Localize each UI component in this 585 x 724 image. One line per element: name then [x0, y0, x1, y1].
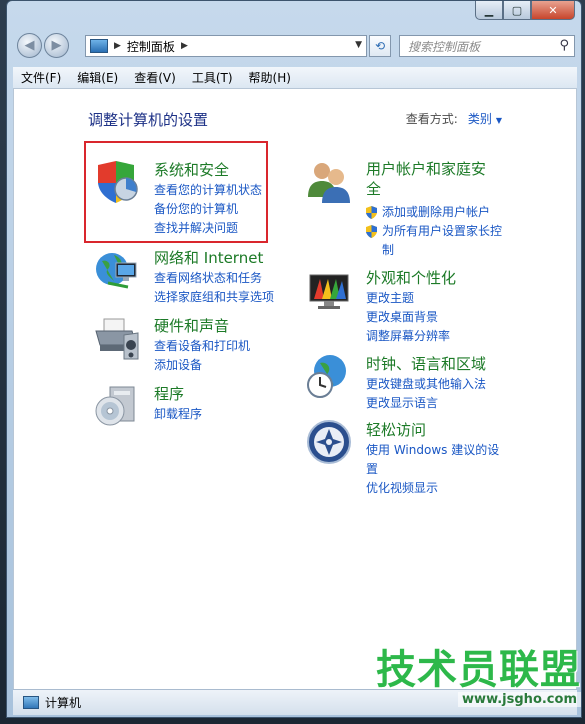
back-arrow-icon: ◀	[24, 38, 35, 53]
menu-tools[interactable]: 工具(T)	[184, 69, 241, 86]
menu-help[interactable]: 帮助(H)	[241, 69, 299, 86]
link-optimize-display[interactable]: 优化视频显示	[366, 479, 499, 498]
uac-shield-icon	[366, 206, 377, 219]
breadcrumb-control-panel[interactable]: 控制面板	[127, 38, 175, 55]
category-title-network-internet[interactable]: 网络和 Internet	[154, 247, 263, 268]
control-panel-window: ▁ ▢ ✕ ◀ ▶ ▶ 控制面板 ▶ ▼ ⟲ ⚲ 文件(F) 编辑(E) 查看(…	[6, 0, 582, 718]
view-by-label: 查看方式:	[405, 112, 458, 126]
chevron-down-icon[interactable]: ▼	[496, 116, 502, 125]
close-button[interactable]: ✕	[531, 1, 575, 20]
computer-icon	[23, 696, 39, 709]
breadcrumb-chevron-icon[interactable]: ▶	[114, 41, 121, 51]
watermark-url: www.jsgho.com	[458, 692, 581, 707]
view-by: 查看方式: 类别 ▼	[406, 110, 502, 127]
link-windows-suggested-settings[interactable]: 使用 Windows 建议的设	[366, 441, 499, 460]
category-title-clock-language[interactable]: 时钟、语言和区域	[366, 353, 486, 374]
address-bar[interactable]: ▶ 控制面板 ▶ ▼	[85, 35, 367, 57]
users-icon[interactable]	[306, 159, 352, 205]
menu-edit[interactable]: 编辑(E)	[69, 69, 126, 86]
breadcrumb-chevron-icon[interactable]: ▶	[181, 41, 188, 51]
category-title-programs[interactable]: 程序	[154, 383, 184, 404]
page-title: 调整计算机的设置	[88, 111, 209, 129]
printer-icon[interactable]	[94, 315, 140, 361]
link-parental-controls[interactable]: 为所有用户设置家长控	[366, 222, 502, 241]
view-by-dropdown[interactable]: 类别	[468, 112, 492, 126]
maximize-button[interactable]: ▢	[503, 1, 531, 20]
ease-of-access-icon[interactable]	[306, 419, 352, 465]
link-add-remove-accounts[interactable]: 添加或删除用户帐户	[366, 203, 502, 222]
programs-disc-icon[interactable]	[94, 383, 140, 429]
category-title-ease-of-access[interactable]: 轻松访问	[366, 419, 426, 440]
back-button[interactable]: ◀	[17, 33, 42, 58]
address-dropdown-icon[interactable]: ▼	[355, 40, 362, 50]
link-homegroup-sharing[interactable]: 选择家庭组和共享选项	[154, 288, 274, 307]
forward-button[interactable]: ▶	[44, 33, 69, 58]
navigation-bar: ◀ ▶ ▶ 控制面板 ▶ ▼ ⟲ ⚲	[17, 33, 575, 59]
link-change-keyboard[interactable]: 更改键盘或其他输入法	[366, 375, 486, 394]
uac-shield-icon	[366, 225, 377, 238]
red-highlight-box	[84, 141, 268, 243]
category-title-user-accounts[interactable]: 用户帐户和家庭安全	[366, 159, 486, 199]
search-icon[interactable]: ⚲	[559, 38, 569, 53]
search-input[interactable]	[406, 37, 560, 57]
clock-globe-icon[interactable]	[306, 353, 352, 399]
link-change-display-language[interactable]: 更改显示语言	[366, 394, 486, 413]
refresh-icon: ⟲	[374, 39, 386, 53]
category-title-hardware-sound[interactable]: 硬件和声音	[154, 315, 229, 336]
appearance-monitor-icon[interactable]	[306, 267, 352, 313]
status-text: 计算机	[45, 696, 82, 710]
forward-arrow-icon: ▶	[51, 38, 62, 53]
watermark-name: 技术员联盟	[376, 647, 581, 693]
menu-bar: 文件(F) 编辑(E) 查看(V) 工具(T) 帮助(H)	[13, 67, 577, 89]
link-network-status[interactable]: 查看网络状态和任务	[154, 269, 274, 288]
menu-view[interactable]: 查看(V)	[126, 69, 184, 86]
search-box[interactable]: ⚲	[399, 35, 575, 57]
link-change-desktop-bg[interactable]: 更改桌面背景	[366, 308, 450, 327]
link-add-device[interactable]: 添加设备	[154, 356, 250, 375]
category-title-appearance[interactable]: 外观和个性化	[366, 267, 456, 288]
caption-buttons: ▁ ▢ ✕	[475, 1, 575, 21]
menu-file[interactable]: 文件(F)	[13, 69, 69, 86]
control-panel-icon	[90, 39, 108, 53]
link-change-theme[interactable]: 更改主题	[366, 289, 450, 308]
control-panel-content: 调整计算机的设置 查看方式: 类别 ▼ 系统和安全 查看您的计算机状态 备份您的计算…	[13, 89, 577, 689]
network-globe-icon[interactable]	[94, 247, 140, 293]
minimize-button[interactable]: ▁	[475, 1, 503, 20]
link-parental-controls-wrap[interactable]: 制	[366, 241, 502, 260]
link-windows-suggested-settings-wrap[interactable]: 置	[366, 460, 499, 479]
link-screen-resolution[interactable]: 调整屏幕分辨率	[366, 327, 450, 346]
watermark: 技术员联盟 www.jsgho.com	[359, 648, 581, 714]
link-uninstall-program[interactable]: 卸载程序	[154, 405, 202, 424]
refresh-button[interactable]: ⟲	[369, 35, 391, 57]
link-devices-printers[interactable]: 查看设备和打印机	[154, 337, 250, 356]
